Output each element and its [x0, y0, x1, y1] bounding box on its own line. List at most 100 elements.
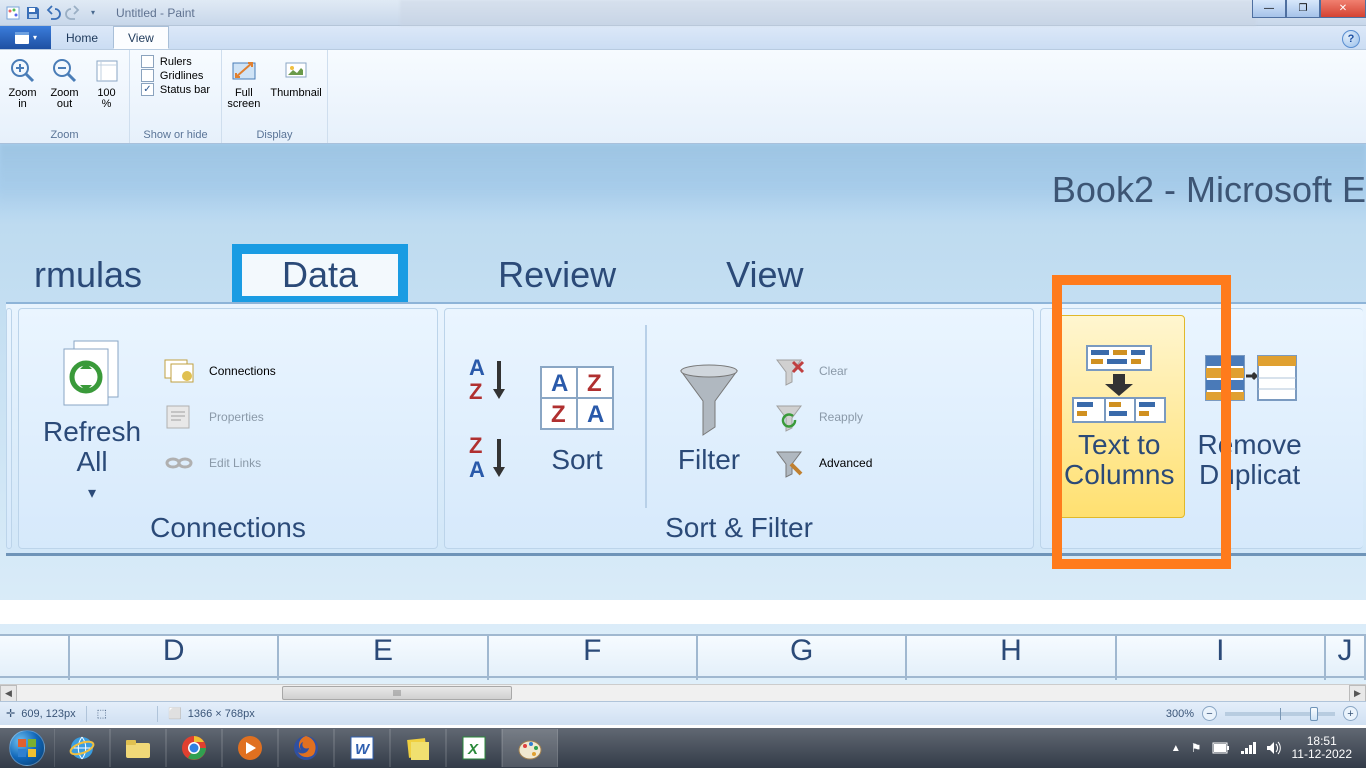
- svg-text:X: X: [467, 741, 479, 758]
- scroll-right-button[interactable]: ▶: [1349, 685, 1366, 702]
- excel-column-headers: D E F G H I J: [0, 634, 1366, 678]
- zoom-in-icon: [7, 55, 39, 87]
- svg-text:Z: Z: [469, 379, 482, 403]
- filter-icon: [671, 359, 747, 439]
- clear-icon: [771, 356, 807, 386]
- zoom-minus-button[interactable]: −: [1202, 706, 1217, 721]
- tray-up-icon[interactable]: ▲: [1171, 743, 1181, 754]
- paint-app-icon: [4, 4, 22, 22]
- gridlines-checkbox[interactable]: Gridlines: [141, 69, 210, 82]
- qat-customize-icon[interactable]: ▾: [84, 4, 102, 22]
- tab-view[interactable]: View: [113, 26, 169, 49]
- filter-button: Filter: [659, 315, 759, 518]
- help-button[interactable]: ?: [1342, 30, 1360, 48]
- maximize-button[interactable]: ❐: [1286, 0, 1320, 18]
- svg-text:Z: Z: [587, 370, 602, 397]
- properties-button: Properties: [161, 402, 276, 432]
- background-window-hint: [400, 0, 1256, 26]
- group-label-show: Show or hide: [130, 129, 221, 141]
- taskbar-word-icon[interactable]: W: [334, 729, 390, 767]
- zoom-slider[interactable]: [1225, 712, 1335, 716]
- system-tray: ▲ ⚑ 18:51 11-12-2022: [1171, 728, 1366, 768]
- tray-network-icon[interactable]: [1240, 741, 1256, 755]
- edit-links-icon: [161, 448, 197, 478]
- sort-asc-icon: AZ: [465, 353, 513, 403]
- svg-text:A: A: [587, 401, 604, 428]
- excel-tab-data-highlighted: Data: [232, 244, 408, 306]
- group-label-display: Display: [222, 129, 327, 141]
- sortfilter-group-label: Sort & Filter: [445, 512, 1033, 544]
- advanced-icon: [771, 448, 807, 478]
- sort-desc-icon: ZA: [465, 431, 513, 481]
- taskbar-chrome-icon[interactable]: [166, 729, 222, 767]
- undo-icon[interactable]: [44, 4, 62, 22]
- taskbar-excel-icon[interactable]: X: [446, 729, 502, 767]
- connections-group-label: Connections: [19, 512, 437, 544]
- refresh-all-button: Refresh All ▾: [31, 315, 153, 518]
- paint-menubar: ▾ Home View: [0, 26, 1366, 50]
- minimize-button[interactable]: —: [1252, 0, 1286, 18]
- taskbar-media-icon[interactable]: [222, 729, 278, 767]
- excel-tab-review: Review: [478, 250, 636, 300]
- canvas-size-icon: ⬜: [168, 707, 182, 720]
- reapply-icon: [771, 402, 807, 432]
- taskbar-ie-icon[interactable]: [54, 729, 110, 767]
- taskbar-firefox-icon[interactable]: [278, 729, 334, 767]
- zoom-plus-button[interactable]: +: [1343, 706, 1358, 721]
- col-g: G: [698, 636, 907, 680]
- excel-window-title: Book2 - Microsoft E: [1052, 169, 1366, 211]
- zoom-100-icon: [91, 55, 123, 87]
- windows-taskbar: W X ▲ ⚑ 18:51 11-12-2022: [0, 728, 1366, 768]
- svg-text:A: A: [469, 457, 485, 481]
- save-icon[interactable]: [24, 4, 42, 22]
- taskbar-paint-icon[interactable]: [502, 729, 558, 767]
- redo-icon[interactable]: [64, 4, 82, 22]
- svg-text:W: W: [355, 741, 371, 758]
- col-f: F: [489, 636, 698, 680]
- scroll-left-button[interactable]: ◀: [0, 685, 17, 702]
- tray-volume-icon[interactable]: [1266, 741, 1282, 755]
- horizontal-scrollbar[interactable]: ◀ ▶: [0, 684, 1366, 701]
- statusbar-checkbox[interactable]: ✓Status bar: [141, 83, 210, 96]
- rulers-checkbox[interactable]: Rulers: [141, 55, 210, 68]
- tray-flag-icon[interactable]: ⚑: [1191, 741, 1202, 755]
- paint-canvas[interactable]: Book2 - Microsoft E rmulas Data Review V…: [0, 144, 1366, 684]
- svg-text:A: A: [551, 370, 568, 397]
- tab-home[interactable]: Home: [51, 26, 113, 49]
- clear-button: Clear: [771, 356, 872, 386]
- zoom-level: 300%: [1166, 708, 1194, 720]
- col-j: J: [1326, 636, 1366, 680]
- zoom-in-button[interactable]: Zoom in: [3, 53, 43, 112]
- group-label-zoom: Zoom: [0, 129, 129, 141]
- connections-button: Connections: [161, 356, 276, 386]
- edit-links-button: Edit Links: [161, 448, 276, 478]
- taskbar-notes-icon[interactable]: [390, 729, 446, 767]
- excel-tab-formulas: rmulas: [14, 250, 162, 300]
- fullscreen-icon: [228, 55, 260, 87]
- tray-clock[interactable]: 18:51 11-12-2022: [1292, 735, 1353, 761]
- thumbnail-icon: [280, 55, 312, 87]
- fullscreen-button[interactable]: Full screen: [223, 53, 264, 112]
- taskbar-explorer-icon[interactable]: [110, 729, 166, 767]
- close-button[interactable]: ✕: [1320, 0, 1366, 18]
- zoom-100-button[interactable]: 100 %: [87, 53, 127, 112]
- start-button[interactable]: [0, 728, 54, 768]
- sort-button: AZZA Sort: [521, 315, 633, 518]
- zoom-out-icon: [49, 55, 81, 87]
- col-i: I: [1117, 636, 1326, 680]
- canvas-size: 1366 × 768px: [188, 708, 255, 720]
- col-e: E: [279, 636, 488, 680]
- tray-battery-icon[interactable]: [1212, 742, 1230, 754]
- selection-size-icon: ⬚: [97, 707, 107, 720]
- text-to-columns-highlight: [1052, 275, 1231, 569]
- file-menu-button[interactable]: ▾: [0, 26, 51, 49]
- cursor-position: 609, 123px: [21, 708, 75, 720]
- col-d: D: [70, 636, 279, 680]
- scroll-thumb[interactable]: [282, 686, 512, 700]
- connections-icon: [161, 356, 197, 386]
- zoom-out-button[interactable]: Zoom out: [45, 53, 85, 112]
- paint-titlebar: ▾ Untitled - Paint — ❐ ✕: [0, 0, 1366, 26]
- excel-tab-view: View: [706, 250, 823, 300]
- thumbnail-button[interactable]: Thumbnail: [266, 53, 325, 101]
- reapply-button: Reapply: [771, 402, 872, 432]
